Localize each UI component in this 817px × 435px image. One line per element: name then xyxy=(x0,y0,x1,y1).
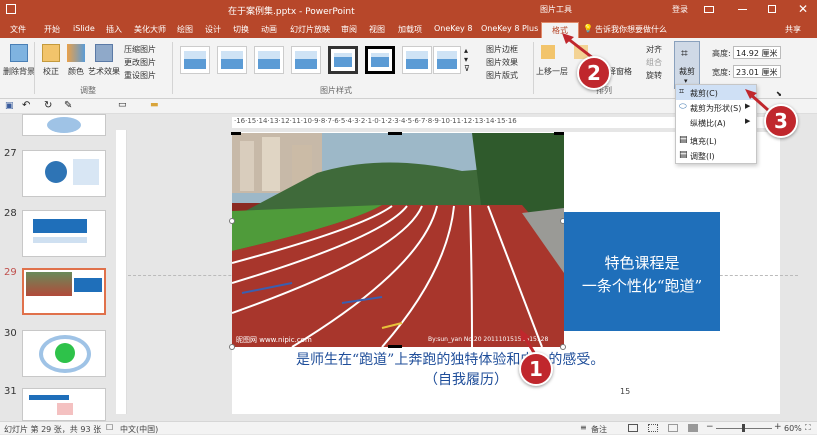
zoom-thumb[interactable] xyxy=(742,424,745,432)
zoom-level[interactable]: 60% xyxy=(784,424,802,433)
slideshow-icon[interactable] xyxy=(688,424,698,432)
slide-sorter-icon[interactable] xyxy=(648,424,658,432)
notes-icon: ≡ xyxy=(580,423,587,432)
notes-button[interactable]: 备注 xyxy=(591,424,607,435)
slide-counter: 幻灯片 第 29 张，共 93 张 xyxy=(4,425,102,434)
callout-arrows xyxy=(520,33,769,357)
fit-to-window-icon[interactable]: ⛶ xyxy=(805,423,811,433)
callout-badge-2: 2 xyxy=(577,56,611,90)
normal-view-icon[interactable] xyxy=(628,424,638,432)
zoom-out-icon[interactable]: − xyxy=(706,422,714,432)
reading-view-icon[interactable] xyxy=(668,424,678,432)
callout-badge-3: 3 xyxy=(764,104,798,138)
spellcheck-icon[interactable]: ☐ xyxy=(106,423,113,432)
status-bar: 幻灯片 第 29 张，共 93 张 ☐ 中文(中国) ≡ 备注 − + 60% … xyxy=(0,421,817,434)
callout-badge-1: 1 xyxy=(519,352,553,386)
zoom-in-icon[interactable]: + xyxy=(774,422,782,432)
language-indicator[interactable]: 中文(中国) xyxy=(120,424,158,435)
